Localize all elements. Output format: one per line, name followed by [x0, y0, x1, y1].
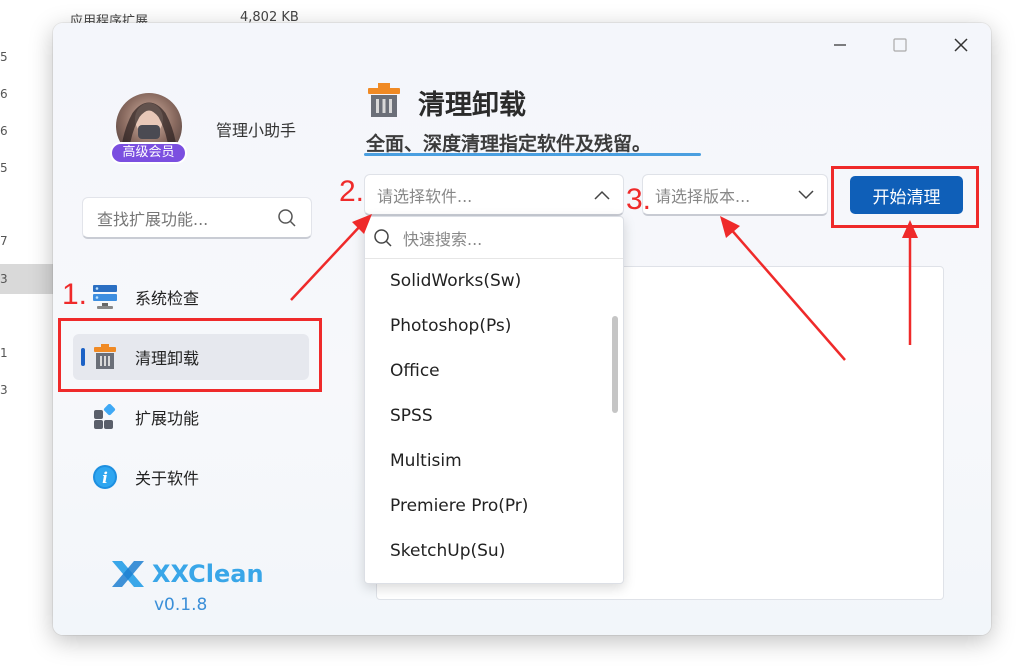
arrow-step4 [902, 220, 918, 345]
arrow-step3 [720, 216, 846, 361]
annotation-arrows [290, 214, 918, 361]
arrow-step2 [290, 214, 372, 301]
